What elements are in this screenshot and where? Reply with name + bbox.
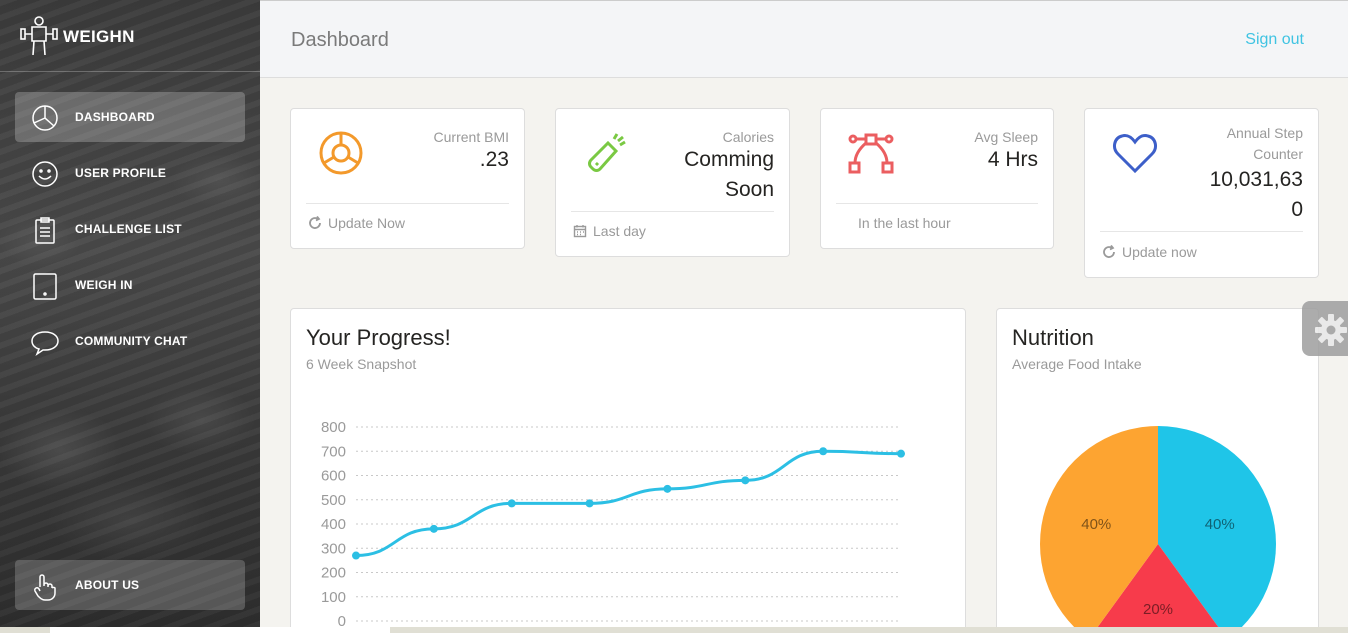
nutrition-pie-chart: 40% 20% 40%	[1040, 426, 1276, 633]
stat-divider	[836, 203, 1038, 204]
data-point	[897, 449, 905, 458]
data-point	[741, 476, 750, 485]
hand-pointer-icon	[34, 574, 56, 601]
y-tick-label: 600	[321, 468, 346, 485]
stat-footer: In the last hour	[858, 215, 951, 231]
progress-chart-card: Your Progress! 6 Week Snapshot 0 100 200 30…	[290, 308, 966, 633]
slice-label: 40%	[1081, 516, 1111, 533]
stat-divider	[306, 203, 509, 204]
strip-segment	[50, 627, 390, 633]
vector-path-icon	[848, 133, 894, 174]
sidebar-item-label: USER PROFILE	[75, 166, 167, 180]
sidebar-item-label: DASHBOARD	[75, 110, 155, 124]
y-tick-label: 200	[321, 565, 346, 582]
stat-value: Comming Soon	[684, 148, 774, 201]
donut-chart-icon	[319, 131, 363, 175]
stat-card-sleep: Avg Sleep 4 Hrs In the last hour	[820, 108, 1054, 249]
stat-footer-text: Update now	[1122, 244, 1197, 260]
heart-icon	[1113, 134, 1157, 174]
sidebar-item-label: ABOUT US	[75, 578, 140, 592]
data-point	[819, 447, 828, 456]
calendar-icon	[573, 225, 587, 238]
sidebar-item-user-profile[interactable]: USER PROFILE	[15, 148, 245, 198]
sidebar-item-label: CHALLENGE LIST	[75, 222, 182, 236]
sidebar-item-challenge-list[interactable]: CHALLENGE LIST	[15, 204, 245, 254]
pie-chart-icon	[32, 105, 58, 131]
refresh-icon	[309, 216, 321, 229]
sidebar: WEIGHN DASHBOARD USER PROFILE CHALLENGE …	[0, 0, 260, 627]
refresh-icon	[1103, 245, 1115, 258]
stat-value: 4 Hrs	[987, 148, 1038, 171]
app-name: WEIGHN	[63, 27, 135, 46]
data-point	[352, 551, 360, 560]
stat-footer: Last day	[573, 223, 646, 239]
clipboard-icon	[35, 217, 55, 244]
sidebar-item-dashboard[interactable]: DASHBOARD	[15, 92, 245, 142]
sidebar-item-weigh-in[interactable]: WEIGH IN	[15, 260, 245, 310]
data-point	[507, 499, 516, 508]
smiley-icon	[32, 161, 58, 187]
chat-bubble-icon	[31, 331, 59, 356]
y-tick-label: 700	[321, 443, 346, 460]
series-line	[355, 449, 902, 558]
stat-category: Annual Step Counter	[1226, 125, 1303, 162]
y-tick-label: 100	[321, 589, 346, 606]
settings-toggle[interactable]	[1302, 301, 1348, 356]
slice-label: 40%	[1205, 516, 1235, 533]
stat-footer-text: Last day	[593, 223, 646, 239]
y-tick-label: 500	[321, 492, 346, 509]
logo[interactable]: WEIGHN	[0, 0, 260, 72]
y-tick-label: 300	[321, 540, 346, 557]
stat-footer-text: Update Now	[328, 215, 406, 231]
stat-card-bmi: Current BMI .23 Update Now	[290, 108, 525, 249]
sidebar-item-community-chat[interactable]: COMMUNITY CHAT	[15, 316, 245, 366]
gear-icon	[1315, 314, 1347, 346]
y-tick-label: 800	[321, 419, 346, 436]
flashlight-icon	[588, 133, 626, 172]
data-point	[429, 524, 438, 533]
stat-divider	[1100, 231, 1303, 232]
sidebar-item-about-us[interactable]: ABOUT US	[15, 560, 245, 610]
slice-label: 20%	[1143, 601, 1173, 618]
sidebar-item-label: COMMUNITY CHAT	[75, 334, 188, 348]
browser-bottom-strip	[0, 627, 1348, 633]
data-point	[663, 484, 672, 493]
top-navbar: Dashboard Sign out	[260, 0, 1348, 78]
progress-line-chart: 0100200300400500600700800	[321, 419, 905, 630]
stat-card-calories: Calories Comming Soon Last day	[555, 108, 790, 257]
page-title: Dashboard	[291, 29, 389, 51]
sidebar-item-label: WEIGH IN	[75, 278, 133, 292]
y-tick-label: 400	[321, 516, 346, 533]
tablet-icon	[33, 273, 57, 300]
stat-footer-text: In the last hour	[858, 215, 951, 231]
stat-card-steps: Annual Step Counter 10,031,630 Update no…	[1084, 108, 1319, 278]
sign-out-link[interactable]: Sign out	[1245, 31, 1304, 49]
stat-footer-action[interactable]: Update now	[1102, 244, 1197, 260]
data-point	[585, 499, 594, 508]
stat-divider	[571, 211, 774, 212]
stat-value: 10,031,630	[1209, 168, 1303, 221]
stat-value: .23	[479, 148, 509, 171]
nutrition-chart-card: Nutrition Average Food Intake 40% 20% 40%	[996, 308, 1319, 633]
weightlifter-icon	[20, 16, 58, 56]
stat-footer-action[interactable]: Update Now	[308, 215, 405, 231]
